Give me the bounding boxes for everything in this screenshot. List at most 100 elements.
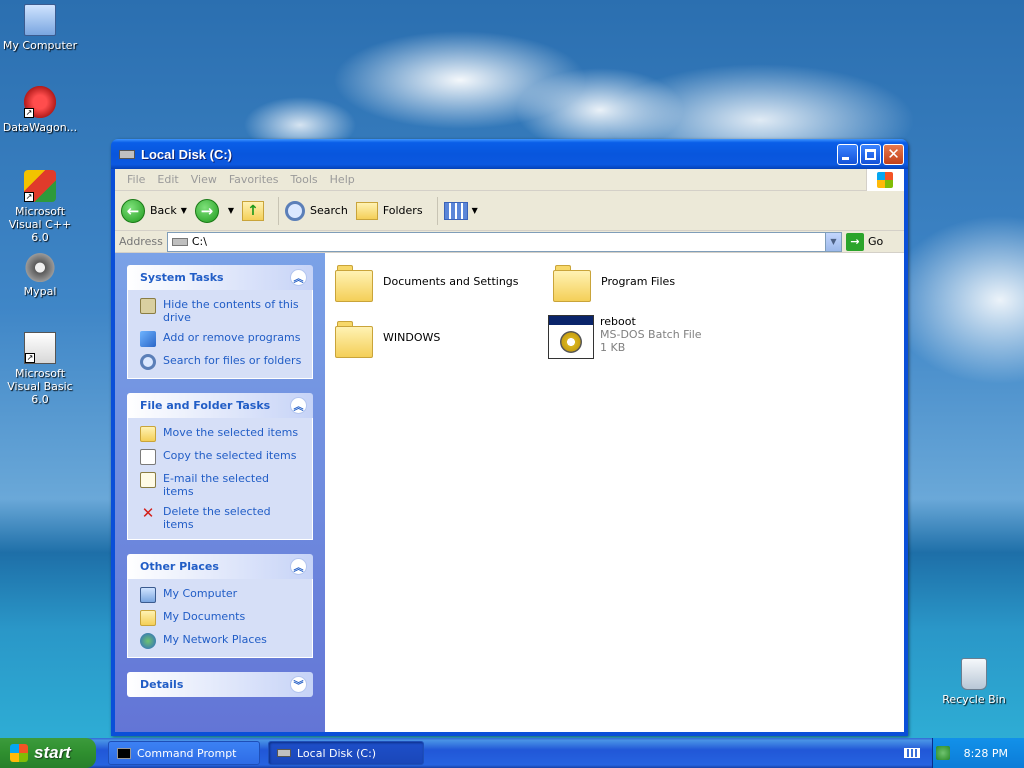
task-move-items[interactable]: Move the selected items	[140, 426, 302, 442]
keyboard-icon[interactable]	[904, 748, 920, 758]
up-folder-icon: ↑	[242, 200, 265, 221]
minimize-icon	[842, 156, 849, 160]
desktop-icon-mypal[interactable]: Mypal	[0, 250, 80, 298]
desktop-icon-datawagon[interactable]: ↗ DataWagon...	[0, 86, 80, 134]
hide-contents-icon	[140, 298, 156, 314]
desktop-icon-label: Recycle Bin	[942, 693, 1006, 706]
windows-flag-icon	[10, 744, 28, 762]
title-bar[interactable]: Local Disk (C:) ✕	[111, 139, 908, 169]
taskbar-button-command-prompt[interactable]: Command Prompt	[108, 741, 260, 765]
email-icon	[140, 472, 156, 488]
folders-icon	[355, 201, 378, 220]
task-label: Delete the selected items	[163, 505, 271, 531]
file-folder-tasks-header[interactable]: File and Folder Tasks ︽	[127, 393, 313, 418]
raccoon-icon	[24, 250, 56, 282]
taskbar: start Command Prompt Local Disk (C:) 8:2…	[0, 738, 1024, 768]
menu-help[interactable]: Help	[324, 173, 361, 186]
desktop-icon-my-computer[interactable]: My Computer	[0, 4, 80, 52]
desktop-icon-label: My Computer	[2, 39, 78, 52]
file-list: Documents and Settings Program Files WIN…	[325, 253, 904, 732]
place-my-documents[interactable]: My Documents	[140, 610, 302, 626]
go-arrow-icon: →	[846, 232, 864, 251]
menu-favorites[interactable]: Favorites	[223, 173, 285, 186]
file-name: WINDOWS	[383, 331, 441, 344]
visual-basic-icon: ↗	[24, 332, 56, 364]
taskbar-button-label: Command Prompt	[137, 746, 237, 760]
minimize-button[interactable]	[837, 143, 858, 165]
back-button[interactable]: ← Back ▼	[121, 198, 187, 223]
views-dropdown-icon[interactable]: ▼	[472, 206, 478, 215]
clock[interactable]: 8:28 PM	[964, 747, 1008, 760]
views-button[interactable]: ▼	[443, 201, 478, 220]
system-tasks-panel: System Tasks ︽ Hide the contents of this…	[127, 265, 313, 379]
file-item[interactable]: reboot MS-DOS Batch File 1 KB	[548, 315, 702, 359]
forward-arrow-icon: →	[194, 198, 219, 223]
system-tasks-header[interactable]: System Tasks ︽	[127, 265, 313, 290]
go-button[interactable]: → Go	[846, 232, 900, 251]
forward-button[interactable]: → ▼	[194, 198, 234, 223]
folders-button[interactable]: Folders	[355, 201, 423, 220]
collapse-chevron-icon[interactable]: ︽	[290, 269, 307, 286]
expand-chevron-icon[interactable]: ︾	[290, 676, 307, 693]
task-add-remove-programs[interactable]: Add or remove programs	[140, 331, 302, 347]
computer-icon	[140, 587, 156, 603]
desktop-icon-label: Microsoft Visual Basic 6.0	[7, 367, 73, 406]
address-field[interactable]: C:\ ▼	[166, 231, 842, 252]
task-hide-drive-contents[interactable]: Hide the contents of this drive	[140, 298, 302, 324]
toolbar-separator	[278, 196, 280, 225]
folder-item[interactable]: Documents and Settings	[335, 265, 519, 302]
other-places-panel: Other Places ︽ My Computer My Documents …	[127, 554, 313, 658]
maximize-button[interactable]	[860, 143, 881, 165]
file-folder-tasks-panel: File and Folder Tasks ︽ Move the selecte…	[127, 393, 313, 540]
task-label: My Documents	[163, 610, 246, 623]
menu-file[interactable]: File	[121, 173, 151, 186]
folder-item[interactable]: WINDOWS	[335, 321, 441, 358]
close-button[interactable]: ✕	[883, 143, 904, 165]
collapse-chevron-icon[interactable]: ︽	[290, 397, 307, 414]
copy-icon	[140, 449, 156, 465]
menu-bar: File Edit View Favorites Tools Help	[115, 168, 904, 191]
folder-item[interactable]: Program Files	[553, 265, 676, 302]
place-my-network-places[interactable]: My Network Places	[140, 633, 302, 649]
task-pane: System Tasks ︽ Hide the contents of this…	[115, 253, 325, 732]
panel-title: System Tasks	[140, 271, 224, 284]
task-search-files[interactable]: Search for files or folders	[140, 354, 302, 370]
collapse-chevron-icon[interactable]: ︽	[290, 558, 307, 575]
drive-icon	[277, 749, 291, 757]
taskbar-button-local-disk[interactable]: Local Disk (C:)	[268, 741, 424, 765]
start-label: start	[34, 743, 71, 762]
datawagon-icon: ↗	[24, 86, 56, 118]
menu-tools[interactable]: Tools	[285, 173, 324, 186]
network-tray-icon[interactable]	[935, 746, 950, 760]
desktop-icon-msvc[interactable]: ↗ Microsoft Visual C++ 6.0	[0, 170, 80, 244]
up-folder-button[interactable]: ↑	[242, 200, 265, 221]
menu-view[interactable]: View	[185, 173, 223, 186]
details-header[interactable]: Details ︾	[127, 672, 313, 697]
other-places-header[interactable]: Other Places ︽	[127, 554, 313, 579]
folder-icon	[553, 265, 591, 302]
desktop-icon-recycle-bin[interactable]: Recycle Bin	[934, 658, 1014, 706]
desktop-icon-msvb[interactable]: ↗ Microsoft Visual Basic 6.0	[0, 332, 80, 406]
cmd-icon	[117, 747, 131, 759]
back-dropdown-icon[interactable]: ▼	[181, 206, 187, 215]
task-delete-items[interactable]: ✕ Delete the selected items	[140, 505, 302, 531]
forward-dropdown-icon[interactable]: ▼	[228, 206, 234, 215]
search-label: Search	[310, 204, 348, 217]
address-dropdown-icon[interactable]: ▼	[825, 232, 841, 251]
task-label: Move the selected items	[163, 426, 299, 439]
place-my-computer[interactable]: My Computer	[140, 587, 302, 603]
delete-x-icon: ✕	[141, 504, 155, 522]
desktop-icon-label: Mypal	[23, 285, 57, 298]
back-arrow-icon: ←	[121, 198, 145, 223]
start-button[interactable]: start	[0, 738, 96, 768]
task-email-items[interactable]: E-mail the selected items	[140, 472, 302, 498]
menu-edit[interactable]: Edit	[151, 173, 184, 186]
file-name: Program Files	[601, 275, 676, 288]
address-bar: Address C:\ ▼ → Go	[115, 231, 904, 253]
search-button[interactable]: Search	[285, 200, 348, 221]
toolbar-separator	[436, 196, 438, 225]
batch-file-icon	[548, 315, 594, 359]
search-icon	[285, 200, 306, 221]
shortcut-arrow-icon: ↗	[24, 108, 34, 118]
task-copy-items[interactable]: Copy the selected items	[140, 449, 302, 465]
